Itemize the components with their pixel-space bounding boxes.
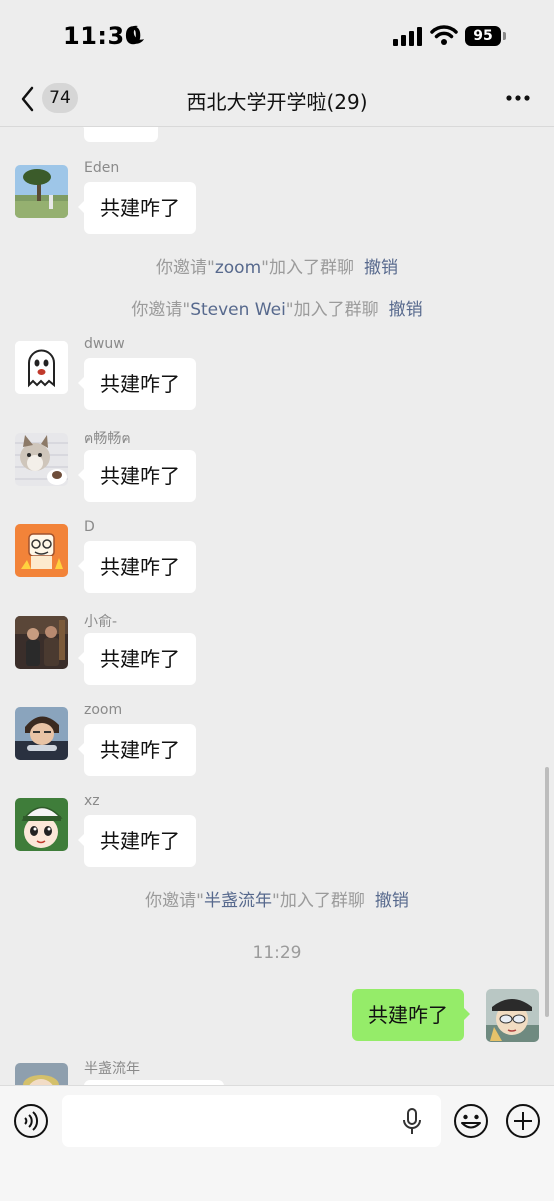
message-bubble[interactable]: 共建咋了 xyxy=(78,815,196,867)
emoji-icon[interactable] xyxy=(453,1103,489,1139)
chat-header: 74 西北大学开学啦(29) xyxy=(0,72,554,127)
sender-name: ฅ畅畅ฅ xyxy=(84,431,131,447)
message-timestamp: 11:29 xyxy=(252,943,302,963)
revoke-link[interactable]: 撤销 xyxy=(389,300,423,320)
avatar[interactable] xyxy=(15,341,68,394)
page-title: 西北大学开学啦(29) xyxy=(186,90,368,114)
status-bar: 11:30 95 xyxy=(0,0,554,72)
my-message-bubble[interactable]: 共建咋了 xyxy=(352,989,470,1041)
sender-name: xz xyxy=(84,793,100,809)
notice-suffix: "加入了群聊 xyxy=(285,300,379,320)
moon-icon xyxy=(127,25,144,44)
message-bubble[interactable]: 共建咋了 xyxy=(78,633,196,685)
avatar[interactable] xyxy=(15,1063,68,1085)
invitee-name[interactable]: Steven Wei xyxy=(190,300,286,320)
revoke-link[interactable]: 撤销 xyxy=(364,258,398,278)
battery-indicator: 95 xyxy=(465,26,501,46)
mic-icon[interactable] xyxy=(400,1108,424,1136)
signal-icon xyxy=(393,27,422,46)
notice-prefix: 你邀请" xyxy=(145,891,204,911)
notice-suffix: "加入了群聊 xyxy=(261,258,354,278)
message-bubble[interactable]: 共建咋了 xyxy=(78,541,196,593)
message-input[interactable] xyxy=(62,1095,441,1147)
notice-prefix: 你邀请" xyxy=(156,258,215,278)
sender-name: dwuw xyxy=(84,336,125,352)
message-bubble-partial[interactable] xyxy=(78,127,158,142)
plus-icon[interactable] xyxy=(505,1103,541,1139)
system-notice: 你邀请"zoom"加入了群聊 撤销 xyxy=(0,253,554,278)
battery-tip xyxy=(503,32,506,40)
sender-name: Eden xyxy=(84,160,120,176)
message-bubble[interactable]: 共建咋了 xyxy=(78,182,196,234)
home-area xyxy=(0,1156,554,1196)
system-notice: 你邀请"Steven Wei"加入了群聊 撤销 xyxy=(0,295,554,320)
message-bubble[interactable]: 共建咋了 xyxy=(78,358,196,410)
avatar[interactable] xyxy=(15,433,68,486)
notice-suffix: "加入了群聊 xyxy=(272,891,365,911)
chat-area[interactable]: Eden 共建咋了 你邀请"zoom"加入了群聊 撤销 你邀请"Steven We… xyxy=(0,127,554,1085)
avatar[interactable] xyxy=(15,798,68,851)
wifi-icon xyxy=(430,25,458,45)
avatar[interactable] xyxy=(15,165,68,218)
message-bubble[interactable]: 共建咋了 xyxy=(78,450,196,502)
notice-prefix: 你邀请" xyxy=(131,300,191,320)
sender-name: D xyxy=(84,519,95,535)
invitee-name[interactable]: 半盏流年 xyxy=(204,891,272,911)
more-icon[interactable] xyxy=(504,86,532,110)
sender-name: 半盏流年 xyxy=(84,1061,140,1077)
avatar[interactable] xyxy=(15,524,68,577)
scrollbar[interactable] xyxy=(545,767,549,1017)
invitee-name[interactable]: zoom xyxy=(215,258,261,278)
avatar[interactable] xyxy=(15,616,68,669)
revoke-link[interactable]: 撤销 xyxy=(375,891,409,911)
sender-name: 小俞- xyxy=(84,614,118,630)
system-notice: 你邀请"半盏流年"加入了群聊 撤销 xyxy=(0,886,554,911)
sender-name: zoom xyxy=(84,702,123,718)
voice-icon[interactable] xyxy=(13,1103,49,1139)
input-bar xyxy=(0,1085,554,1201)
my-avatar[interactable] xyxy=(486,989,539,1042)
avatar[interactable] xyxy=(15,707,68,760)
message-bubble[interactable]: 共建咋了 xyxy=(78,724,196,776)
